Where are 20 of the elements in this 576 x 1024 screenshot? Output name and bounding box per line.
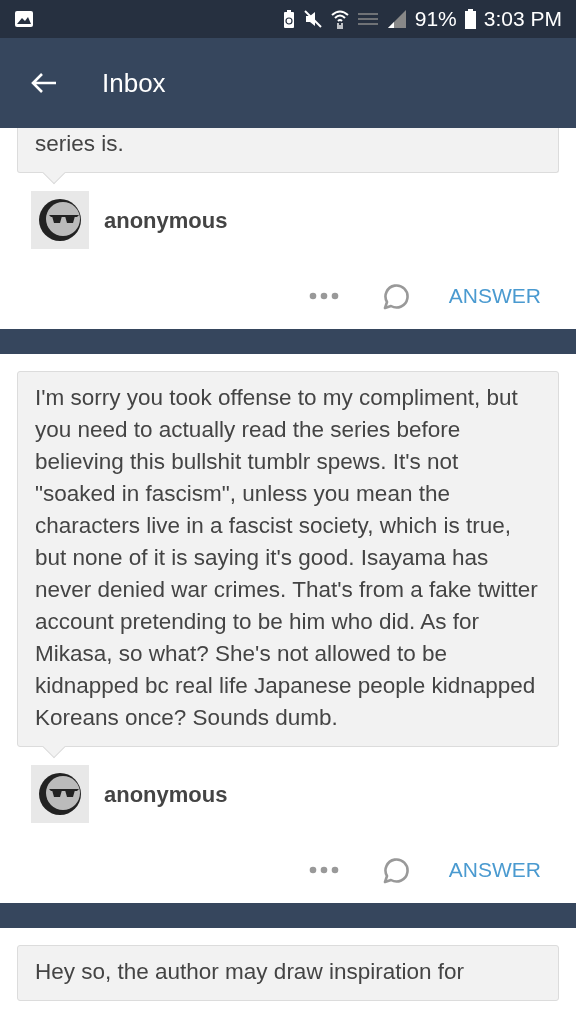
- sender-name[interactable]: anonymous: [104, 777, 228, 811]
- question-text: Hey so, the author may draw inspiration for: [35, 958, 465, 986]
- screen-title: Inbox: [102, 66, 166, 100]
- back-icon[interactable]: [30, 71, 58, 95]
- network-icon: [356, 13, 379, 25]
- more-icon[interactable]: [308, 292, 339, 300]
- avatar[interactable]: [31, 191, 89, 249]
- avatar[interactable]: [31, 765, 89, 823]
- signal-icon: [386, 9, 407, 29]
- wifi-icon: [330, 9, 349, 29]
- battery-icon: [464, 9, 476, 29]
- sender-name[interactable]: anonymous: [104, 203, 228, 237]
- gallery-icon: [14, 10, 34, 28]
- more-icon[interactable]: [308, 866, 339, 874]
- battery-saver-icon: [282, 9, 295, 29]
- mute-icon: [302, 9, 323, 29]
- question-text: series is.: [35, 130, 125, 158]
- clock: 3:03 PM: [483, 6, 562, 33]
- battery-percent: 91%: [414, 6, 457, 33]
- question-text: I'm sorry you took offense to my compliment, but you need to actually read the series before believing this bullshit tumblr spews. It's not "soaked in fascism", unless you mean the characters live in a fascist society, which is true, but none of it is saying it's good. Isayama has never denied war crimes. That's from a fake twitter account pretending to be him who did. As for Mikasa, so what? She's not allowed to be kidnapped bc real life Japanese people kidnapped Koreans once? Sounds dumb.: [35, 384, 539, 732]
